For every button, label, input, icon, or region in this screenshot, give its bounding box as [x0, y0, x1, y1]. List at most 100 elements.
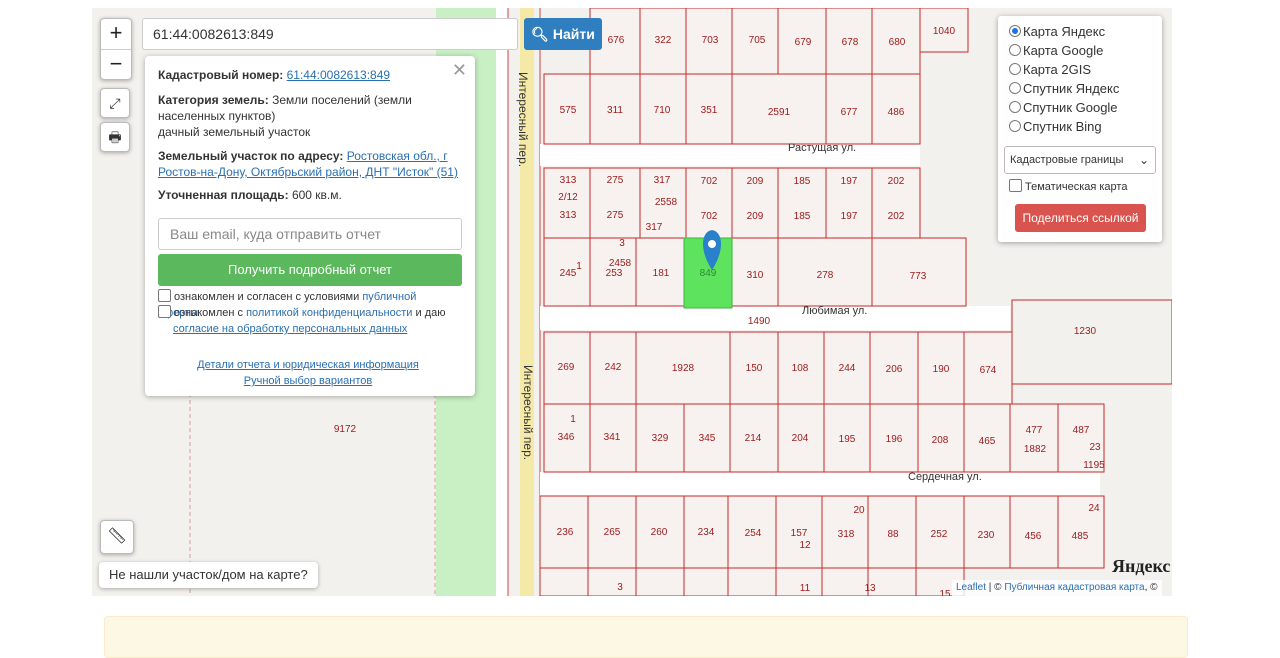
parcel-number: 1882 — [1024, 444, 1047, 455]
privacy-link[interactable]: политикой конфиденциальности — [246, 307, 412, 319]
layer-option-bing-sat[interactable]: Спутник Bing — [1009, 118, 1102, 136]
parcel-number: 236 — [557, 527, 574, 538]
parcel-number: 318 — [838, 529, 855, 540]
parcel-number: 209 — [747, 211, 764, 222]
consent-link[interactable]: согласие на обработку персональных данны… — [173, 323, 407, 335]
street-label-interesny-top: Интересный пер. — [516, 72, 530, 168]
parcel-number: 12 — [799, 540, 811, 551]
parcel — [635, 567, 685, 596]
street-serdechnaya — [540, 472, 1100, 496]
parcel-number: 2458 — [609, 258, 632, 269]
parcel-number: 253 — [606, 268, 623, 279]
notice-banner — [104, 616, 1188, 658]
layer-label: Спутник Google — [1023, 100, 1118, 115]
overlay-select[interactable]: Кадастровые границы ⌄ — [1004, 146, 1156, 174]
parcel-number: 313 — [560, 210, 577, 221]
search-button-label: Найти — [552, 26, 595, 42]
thematic-checkbox[interactable] — [1009, 179, 1022, 192]
parcel-number: 677 — [841, 107, 858, 118]
area-value: 600 кв.м. — [291, 188, 342, 202]
search-input[interactable]: 61:44:0082613:849 — [142, 18, 518, 50]
parcel-number: 705 — [749, 35, 766, 46]
offer-checkbox[interactable] — [158, 289, 171, 302]
selected-parcel-number: 849 — [700, 268, 717, 279]
chevron-down-icon: ⌄ — [1138, 153, 1149, 167]
email-field[interactable]: Ваш email, куда отправить отчет — [158, 218, 462, 250]
parcel-number: 269 — [558, 362, 575, 373]
parcel-number: 680 — [889, 37, 906, 48]
parcel-number: 310 — [747, 270, 764, 281]
search-button[interactable]: 🔍︎ Найти — [524, 18, 602, 50]
thematic-label: Тематическая карта — [1025, 181, 1128, 193]
printer-icon: 🖶 — [108, 129, 122, 145]
parcel-number: 346 — [558, 432, 575, 443]
parcel — [727, 567, 777, 596]
parcel-number: 265 — [604, 527, 621, 538]
details-link[interactable]: Детали отчета и юридическая информация — [197, 359, 419, 371]
parcel-number: 202 — [888, 211, 905, 222]
radio-icon[interactable] — [1009, 82, 1021, 94]
land-category-label: Категория земель: — [158, 93, 269, 107]
overlay-select-value: Кадастровые границы — [1010, 154, 1124, 166]
layer-option-yandex-sat[interactable]: Спутник Яндекс — [1009, 80, 1119, 98]
get-report-button[interactable]: Получить подробный отчет — [158, 254, 462, 286]
cadastral-number-link[interactable]: 61:44:0082613:849 — [287, 68, 390, 82]
parcel-number: 351 — [701, 105, 718, 116]
radio-icon[interactable] — [1009, 120, 1021, 132]
parcel-number: 1490 — [748, 316, 771, 327]
parcel-number: 329 — [652, 433, 669, 444]
parcel-number: 278 — [817, 270, 834, 281]
print-button[interactable]: 🖶 — [100, 122, 130, 152]
parcel-number: 13 — [864, 583, 876, 594]
fullscreen-icon: ⤢ — [109, 95, 121, 111]
layer-label: Спутник Яндекс — [1023, 81, 1120, 96]
radio-icon[interactable] — [1009, 25, 1021, 37]
parcel-number: 275 — [607, 175, 624, 186]
street-label-lyubimaya: Любимая ул. — [802, 305, 868, 317]
area-row: Уточненная площадь: 600 кв.м. — [158, 187, 458, 203]
parcel-number: 244 — [839, 363, 856, 374]
measure-button[interactable]: 📏︎ — [100, 520, 134, 554]
street-lyubimaya — [540, 306, 1010, 330]
layer-option-google-map[interactable]: Карта Google — [1009, 42, 1103, 60]
radio-icon[interactable] — [1009, 44, 1021, 56]
parcel-number: 230 — [978, 530, 995, 541]
layer-option-google-sat[interactable]: Спутник Google — [1009, 99, 1118, 117]
leaflet-link[interactable]: Leaflet — [956, 582, 986, 593]
manual-select-link[interactable]: Ручной выбор вариантов — [244, 375, 372, 387]
pkk-link[interactable]: Публичная кадастровая карта — [1004, 582, 1144, 593]
parcel-number: 2591 — [768, 107, 791, 118]
zoom-out-button[interactable]: − — [101, 50, 131, 80]
zoom-in-button[interactable]: + — [101, 19, 131, 50]
thematic-map-toggle[interactable]: Тематическая карта — [1009, 178, 1127, 196]
radio-icon[interactable] — [1009, 101, 1021, 113]
parcel — [683, 567, 729, 596]
parcel-number: 245 — [560, 268, 577, 279]
parcel-number: 2/12 — [558, 192, 578, 203]
parcel-number: 181 — [653, 268, 670, 279]
layer-option-yandex-map[interactable]: Карта Яндекс — [1009, 23, 1105, 41]
street-rastushaya — [540, 144, 920, 166]
parcel-number: 208 — [932, 435, 949, 446]
lane — [496, 8, 508, 596]
privacy-row: ознакомлен с политикой конфиденциальност… — [158, 305, 468, 337]
share-link-button[interactable]: Поделиться ссылкой — [1015, 204, 1146, 232]
parcel-number: 456 — [1025, 531, 1042, 542]
privacy-mid-text: и даю — [415, 307, 446, 319]
search-icon: 🔍︎ — [531, 26, 549, 42]
parcel-number: 2558 — [655, 197, 678, 208]
radio-icon[interactable] — [1009, 63, 1021, 75]
parcel — [821, 567, 869, 596]
parcel-number: 1928 — [672, 363, 695, 374]
map-attribution: Leaflet | © Публичная кадастровая карта,… — [952, 580, 1162, 596]
street-label-serdechnaya: Сердечная ул. — [908, 471, 982, 483]
fullscreen-button[interactable]: ⤢ — [100, 88, 130, 118]
layer-option-2gis-map[interactable]: Карта 2GIS — [1009, 61, 1091, 79]
parcel — [587, 567, 637, 596]
street-label-interesny-bottom: Интересный пер. — [521, 365, 535, 461]
parcel-number: 252 — [931, 529, 948, 540]
zoom-control: + − — [100, 18, 132, 80]
parcel-number: 197 — [841, 211, 858, 222]
not-found-button[interactable]: Не нашли участок/дом на карте? — [99, 562, 318, 588]
privacy-checkbox[interactable] — [158, 305, 171, 318]
